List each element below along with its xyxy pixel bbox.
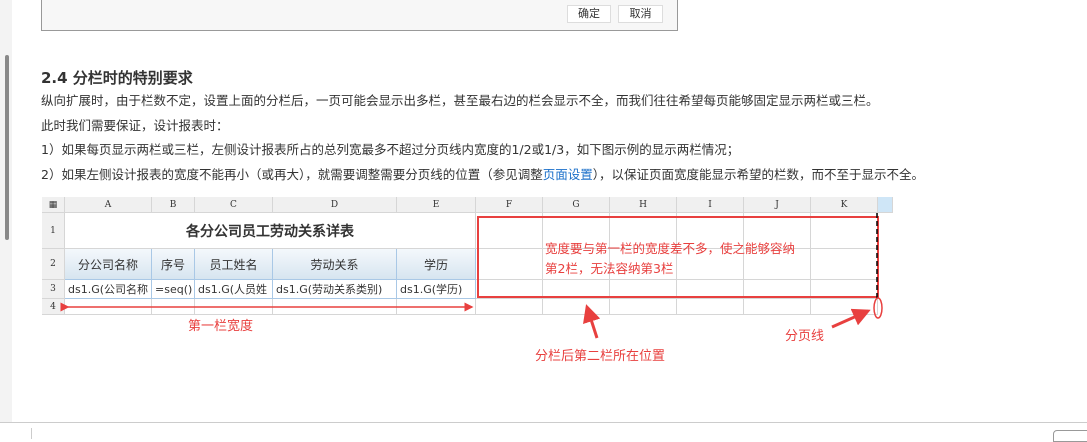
divider [0,422,1087,423]
arrow-up [583,304,601,339]
second-column-box [477,216,879,298]
annotation-text: 第2栏，无法容纳第3栏 [545,261,674,276]
annotation-label: 第一栏宽度 [188,319,254,334]
arrow-right [831,308,871,329]
annotation-label: 分页线 [785,329,825,344]
annotation-overlay [60,213,883,339]
page-break-marker [873,297,883,319]
divider [31,428,32,439]
corner-button[interactable] [1053,430,1087,442]
annotation-text: 宽度要与第一栏的宽度差不多，使之能够容纳 [545,241,796,256]
annotation-label: 分栏后第二栏所在位置 [535,349,666,364]
